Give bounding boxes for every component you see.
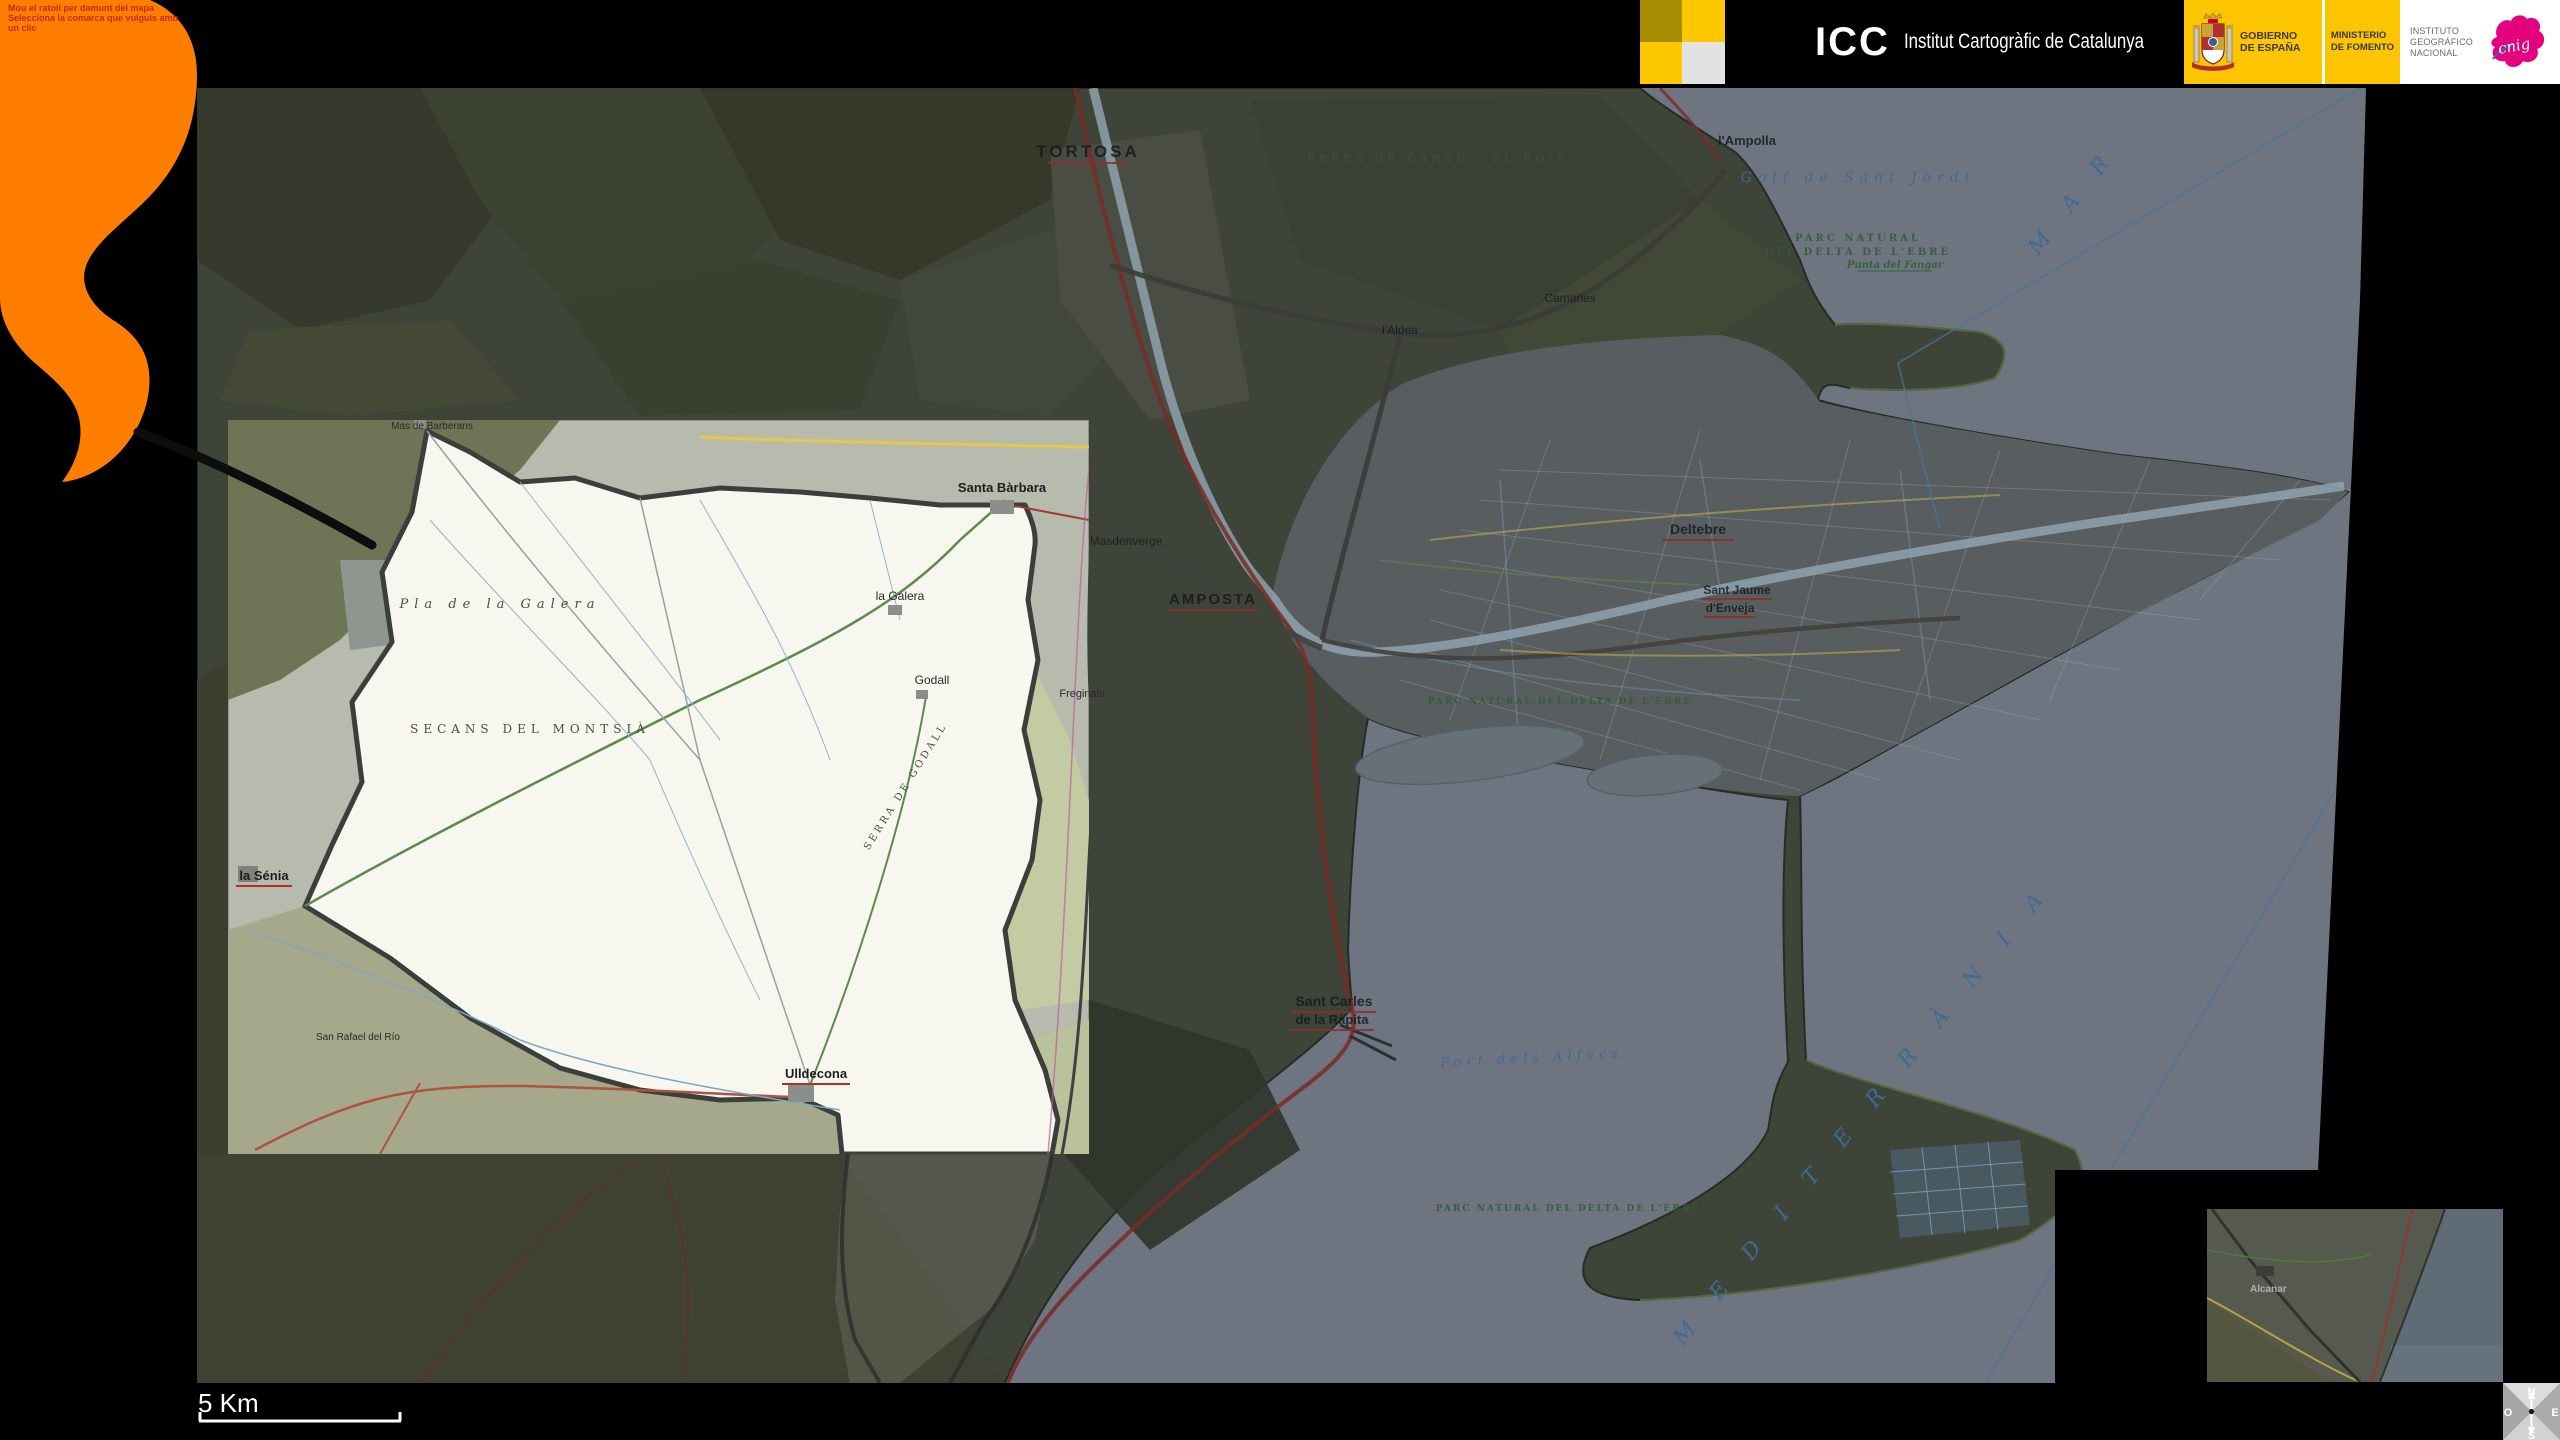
map-viewer-canvas[interactable]: TORTOSA AMPOSTA Deltebre Sant Jaume d'En…	[0, 0, 2560, 1440]
icc-squares-logo[interactable]	[1640, 0, 1725, 84]
label-parc-long-1: PARC NATURAL DEL DELTA DE L'EBRE	[1428, 697, 1692, 707]
ign-panel[interactable]: INSTITUTO GEOGRÁFICO NACIONAL cnig	[2400, 0, 2560, 84]
header-bar: ICC Institut Cartogràfic de Catalunya GO…	[1640, 0, 2560, 84]
label-aldea: l'Aldea	[1382, 323, 1418, 337]
label-masdenverge: Masdenverge	[1090, 534, 1163, 548]
label-san-rafael: San Rafael del Río	[316, 1032, 400, 1043]
ministerio-panel[interactable]: MINISTERIO DE FOMENTO	[2325, 0, 2400, 84]
highlight-rect[interactable]	[228, 420, 1095, 1154]
main-map[interactable]: TORTOSA AMPOSTA Deltebre Sant Jaume d'En…	[197, 85, 2366, 1383]
label-sant-jaume-2: d'Enveja	[1706, 601, 1755, 615]
label-sant-jaume-1: Sant Jaume	[1703, 583, 1771, 597]
ministerio-line-1: MINISTERIO	[2331, 30, 2394, 43]
instruction-line-2: Selecciona la comarca que vulguis amb un…	[8, 13, 188, 33]
label-parc-1b: DEL DELTA DE L'EBRE	[1765, 247, 1951, 258]
spain-coat-of-arms-icon	[2192, 12, 2234, 72]
icc-brand: ICC Institut Cartogràfic de Catalunya	[1725, 0, 2184, 84]
gobierno-text: GOBIERNO DE ESPAÑA	[2240, 30, 2300, 55]
orange-swoosh-logo	[0, 0, 197, 482]
instruction-text: Mou el ratolí per damunt del mapa Selecc…	[8, 3, 188, 33]
inset-town-cluster	[2256, 1266, 2274, 1276]
scale-bar: 5 Km	[198, 1388, 401, 1421]
label-secans: SECANS DEL MONTSIÀ	[410, 721, 650, 736]
label-sant-carles-2: de la Ràpita	[1296, 1012, 1370, 1027]
compass-east-label: E	[2551, 1407, 2558, 1419]
logo-square-darkgold	[1640, 0, 1682, 42]
label-la-galera: la Galera	[876, 589, 925, 603]
label-ampolla: l'Ampolla	[1718, 133, 1777, 148]
instruction-line-1: Mou el ratolí per damunt del mapa	[8, 3, 188, 13]
label-sant-carles-1: Sant Carles	[1295, 993, 1372, 1009]
scale-bar-label: 5 Km	[198, 1388, 259, 1418]
label-serres-cardo: SERRES DE CARDÓ - EL BOIX	[1295, 151, 1568, 165]
label-pla-galera: Pla de la Galera	[399, 597, 601, 612]
label-camarles: Camarles	[1544, 291, 1595, 305]
label-punta-fangar: Punta del Fangar	[1846, 260, 1944, 271]
gobierno-panel[interactable]: GOBIERNO DE ESPAÑA	[2184, 0, 2322, 84]
label-deltebre: Deltebre	[1670, 521, 1726, 537]
ign-line-3: NACIONAL	[2410, 48, 2473, 59]
compass-rose: N S O E	[2503, 1383, 2560, 1440]
inset-sea-band	[2380, 1345, 2503, 1382]
gobierno-line-1: GOBIERNO	[2240, 30, 2300, 43]
label-la-senia: la Sénia	[239, 868, 289, 883]
label-amposta: AMPOSTA	[1169, 591, 1257, 608]
inset-map: Alcanar	[2207, 1209, 2503, 1382]
compass-west-label: O	[2504, 1407, 2513, 1419]
logo-square-yellow-2	[1640, 42, 1682, 84]
label-santa-barbara: Santa Bàrbara	[958, 480, 1047, 495]
mussel-farms	[1890, 1140, 2030, 1238]
gobierno-line-2: DE ESPAÑA	[2240, 42, 2300, 55]
label-alcanar: Alcanar	[2250, 1284, 2287, 1295]
label-parc-1a: PARC NATURAL	[1795, 233, 1921, 244]
label-freginals: Freginals	[1059, 688, 1105, 700]
ministerio-text: MINISTERIO DE FOMENTO	[2331, 30, 2394, 55]
icc-acronym: ICC	[1815, 20, 1890, 65]
cnig-logo: cnig	[2479, 7, 2549, 77]
label-golf-sant-jordi: Golf de Sant Jordi	[1741, 170, 1976, 186]
logo-square-gray	[1682, 42, 1725, 84]
label-tortosa: TORTOSA	[1036, 142, 1140, 161]
compass-south-label: S	[2528, 1430, 2535, 1440]
ministerio-line-2: DE FOMENTO	[2331, 42, 2394, 55]
label-godall: Godall	[915, 673, 950, 687]
label-ulldecona: Ulldecona	[785, 1066, 848, 1081]
ign-line-2: GEOGRÁFICO	[2410, 37, 2473, 48]
icc-full-name: Institut Cartogràfic de Catalunya	[1904, 30, 2144, 54]
compass-north-label: N	[2528, 1386, 2536, 1398]
label-parc-long-2: PARC NATURAL DEL DELTA DE L'EBRE	[1436, 1204, 1700, 1214]
label-mas-de-barberans: Mas de Barberans	[391, 421, 473, 432]
ign-text: INSTITUTO GEOGRÁFICO NACIONAL	[2410, 26, 2473, 59]
logo-square-yellow-1	[1682, 0, 1725, 42]
ign-line-1: INSTITUTO	[2410, 26, 2473, 37]
